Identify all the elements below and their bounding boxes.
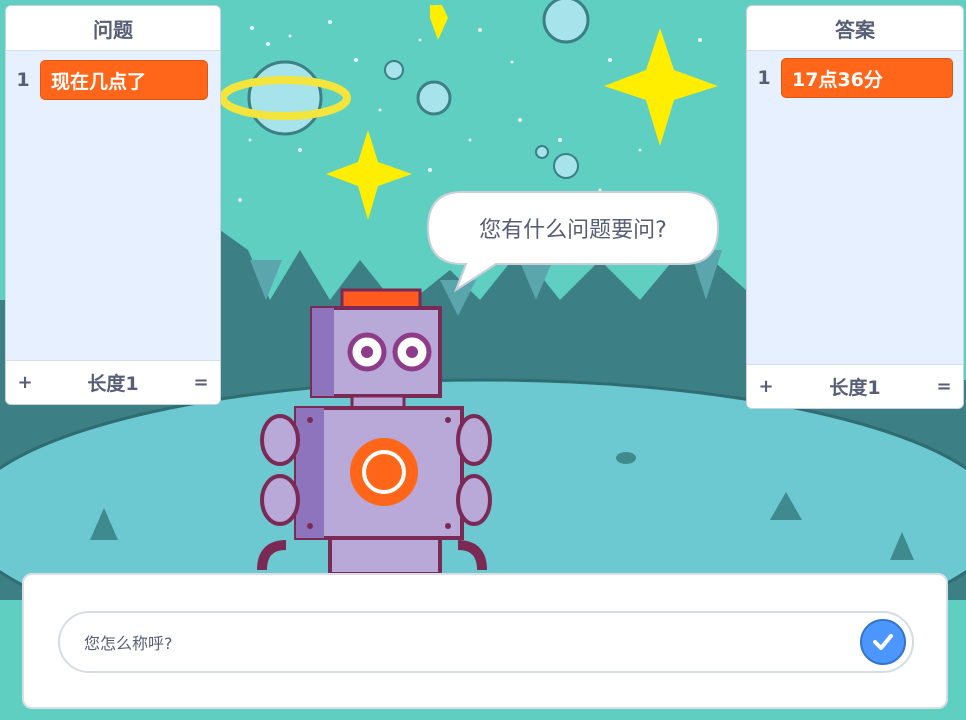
list-resize-handle[interactable]: = bbox=[935, 376, 953, 397]
list-item-value[interactable]: 17点36分 bbox=[781, 58, 953, 98]
list-monitor-questions[interactable]: 问题 1 现在几点了 + 长度1 = bbox=[5, 5, 221, 405]
list-length: 长度1 bbox=[829, 377, 881, 399]
list-footer: + 长度1 = bbox=[6, 360, 220, 404]
list-add-button[interactable]: + bbox=[757, 376, 775, 397]
stage: 问题 1 现在几点了 + 长度1 = 答案 1 17点36分 + 长度1 = 您… bbox=[0, 0, 966, 720]
ask-question-text: 您怎么称呼? bbox=[84, 634, 173, 653]
list-item-index: 1 bbox=[16, 69, 30, 91]
speech-bubble: 您有什么问题要问? bbox=[426, 190, 720, 293]
list-title: 答案 bbox=[747, 6, 963, 51]
list-item-value[interactable]: 现在几点了 bbox=[40, 60, 208, 100]
ask-answer-input[interactable]: 您怎么称呼? bbox=[58, 611, 914, 673]
speech-bubble-text: 您有什么问题要问? bbox=[479, 218, 667, 243]
submit-answer-button[interactable] bbox=[860, 619, 906, 665]
list-title: 问题 bbox=[6, 6, 220, 51]
list-item[interactable]: 1 现在几点了 bbox=[6, 58, 220, 102]
ask-prompt-panel: 您怎么称呼? bbox=[22, 573, 948, 709]
list-monitor-answers[interactable]: 答案 1 17点36分 + 长度1 = bbox=[746, 5, 964, 409]
list-add-button[interactable]: + bbox=[16, 372, 34, 393]
list-footer: + 长度1 = bbox=[747, 364, 963, 408]
list-resize-handle[interactable]: = bbox=[192, 372, 210, 393]
list-item[interactable]: 1 17点36分 bbox=[747, 56, 963, 100]
list-item-index: 1 bbox=[757, 67, 771, 89]
list-length: 长度1 bbox=[87, 373, 139, 395]
checkmark-icon bbox=[873, 634, 893, 650]
